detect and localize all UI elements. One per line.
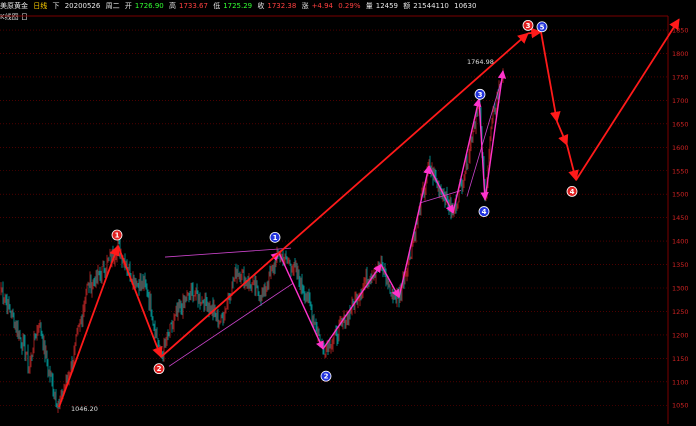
wave-label-text: 1	[273, 234, 278, 242]
wave-label-text: 2	[157, 365, 162, 373]
sub-wave-arrow	[322, 263, 382, 350]
main-wave-arrows	[58, 18, 680, 408]
y-tick-label: 1050	[672, 402, 689, 410]
y-tick-label: 1600	[672, 144, 689, 152]
y-tick-label: 1200	[672, 331, 689, 339]
main-wave-arrow	[58, 244, 120, 408]
wave-label-text: 4	[570, 188, 575, 196]
y-tick-label: 1300	[672, 285, 689, 293]
main-wave-arrow	[566, 144, 579, 182]
y-tick-label: 1250	[672, 308, 689, 316]
y-tick-label: 1400	[672, 238, 689, 246]
sub-wave-arrow	[278, 252, 324, 350]
wave-labels: 1 2 1 2 3 4 3 5 4	[111, 19, 578, 382]
price-annotation: 1764.98	[467, 58, 494, 66]
y-tick-label: 1100	[672, 378, 689, 386]
grid-lines	[0, 15, 669, 424]
wave-label-text: 2	[324, 373, 329, 381]
y-tick-label: 1800	[672, 50, 689, 58]
wave-label-text: 5	[540, 23, 545, 31]
price-annotation: 1046.20	[71, 405, 98, 413]
price-annotations: 1046.20 1764.98	[71, 58, 494, 413]
sub-wave-arrow	[452, 98, 482, 214]
y-tick-label: 1550	[672, 167, 689, 175]
y-tick-label: 1500	[672, 191, 689, 199]
candlestick-chart[interactable]: 1050 1100 1150 1200 1250 1300 1350 1400 1450 1500…	[0, 0, 696, 426]
wave-label-text: 3	[526, 22, 531, 30]
y-tick-label: 1750	[672, 73, 689, 81]
sub-wave-arrow	[428, 165, 454, 214]
y-tick-label: 1150	[672, 355, 689, 363]
wave-label-text: 1	[115, 232, 120, 240]
main-wave-arrow	[160, 32, 529, 358]
sub-wave-arrow	[478, 98, 489, 201]
sub-wave-arrow	[484, 70, 507, 200]
channel-line	[164, 247, 292, 258]
main-wave-arrow	[575, 18, 680, 181]
main-wave-arrow	[556, 121, 569, 146]
wave-label-text: 3	[478, 91, 483, 99]
main-wave-arrow	[117, 245, 163, 358]
price-axis: 1050 1100 1150 1200 1250 1300 1350 1400 1450 1500…	[672, 27, 689, 410]
y-tick-label: 1650	[672, 120, 689, 128]
channel-lines	[164, 81, 502, 367]
y-tick-label: 1350	[672, 261, 689, 269]
y-tick-label: 1700	[672, 97, 689, 105]
sub-wave-arrow	[398, 165, 432, 298]
wave-label-text: 4	[482, 208, 487, 216]
main-wave-arrow	[527, 27, 543, 39]
y-tick-label: 1450	[672, 214, 689, 222]
